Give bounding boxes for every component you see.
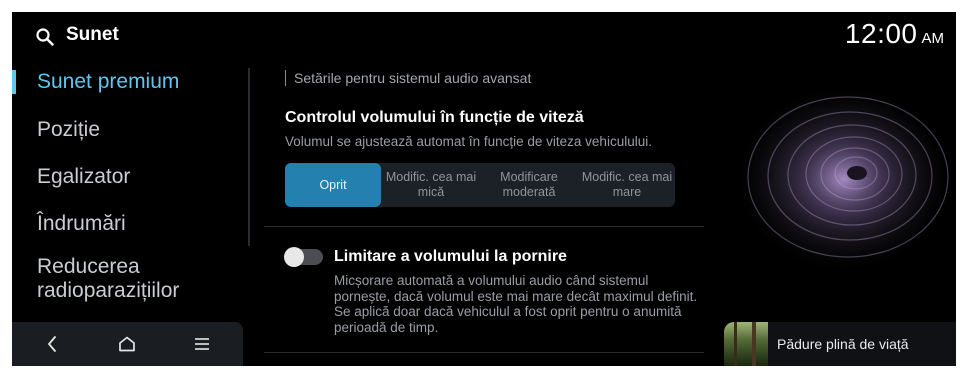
sidebar-item-position[interactable]: Poziție <box>37 118 100 142</box>
back-icon <box>48 336 56 352</box>
home-icon <box>119 336 135 352</box>
screen: Sunet 12:00 AM Sunet premium Poziție Egal… <box>12 12 956 366</box>
option-low[interactable]: Modific. cea mai mică <box>383 163 479 207</box>
option-off[interactable]: Oprit <box>285 163 381 207</box>
startup-limit-toggle[interactable] <box>284 247 323 267</box>
menu-icon <box>195 338 209 350</box>
bottom-navbar <box>12 322 243 366</box>
active-indicator <box>12 70 16 94</box>
divider <box>264 352 704 353</box>
option-high[interactable]: Modific. cea mai mare <box>579 163 675 207</box>
sidebar-item-guidance[interactable]: Îndrumări <box>37 212 126 236</box>
sidebar-item-equalizer[interactable]: Egalizator <box>37 165 130 189</box>
clock: 12:00 AM <box>845 18 944 50</box>
sound-visualizer-art <box>732 83 956 275</box>
divider <box>264 226 704 227</box>
speed-volume-title: Controlul volumului în funcție de viteză <box>285 109 584 126</box>
now-playing-card[interactable]: Pădure plină de viață <box>724 322 956 366</box>
back-button[interactable] <box>37 330 67 358</box>
home-button[interactable] <box>112 330 142 358</box>
sidebar-item-premium-sound[interactable]: Sunet premium <box>37 70 179 94</box>
clock-ampm: AM <box>921 30 945 47</box>
now-playing-title: Pădure plină de viață <box>777 336 909 352</box>
page-title: Sunet <box>66 24 119 45</box>
speed-volume-description: Volumul se ajustează automat în funcție … <box>285 134 652 149</box>
sidebar-item-noise-reduction[interactable]: Reducerea radioparazițiilor <box>37 255 237 303</box>
option-moderate[interactable]: Modificare moderată <box>481 163 577 207</box>
section-title: Setările pentru sistemul audio avansat <box>294 70 532 86</box>
clock-time: 12:00 <box>844 18 918 49</box>
album-art <box>724 322 768 366</box>
search-icon[interactable] <box>36 28 54 46</box>
startup-limit-title: Limitare a volumului la pornire <box>334 248 567 265</box>
startup-limit-description: Micșorare automată a volumului audio cân… <box>334 273 698 335</box>
toggle-knob <box>284 247 304 267</box>
menu-button[interactable] <box>187 330 217 358</box>
speed-volume-segmented-control: Oprit Modific. cea mai mică Modificare m… <box>285 163 675 207</box>
section-marker <box>285 70 286 86</box>
sidebar-divider <box>248 68 250 246</box>
